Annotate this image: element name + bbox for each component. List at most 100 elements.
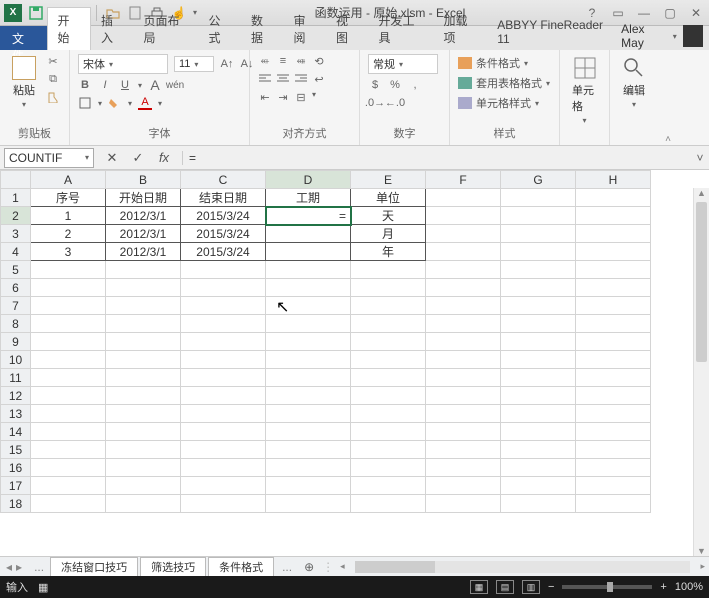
cell[interactable] [351,333,426,351]
cell[interactable] [576,495,651,513]
align-bottom-icon[interactable]: ⬵ [294,54,308,68]
cell[interactable] [576,207,651,225]
macro-record-icon[interactable]: ▦ [38,581,48,594]
cell[interactable] [351,297,426,315]
decrease-decimal-icon[interactable]: ←.0 [388,96,402,110]
cell[interactable] [576,243,651,261]
cell[interactable] [266,387,351,405]
cell[interactable] [576,261,651,279]
sheet-nav-prev-icon[interactable]: ... [28,560,50,574]
format-as-table-button[interactable]: 套用表格格式▾ [458,74,550,92]
horizontal-scrollbar[interactable] [355,561,691,573]
tab-abbyy[interactable]: ABBYY FineReader 11 [487,14,621,50]
cell[interactable] [266,297,351,315]
conditional-format-button[interactable]: 条件格式▾ [458,54,528,72]
cell[interactable] [426,387,501,405]
cell[interactable] [181,333,266,351]
cell[interactable] [501,387,576,405]
cell[interactable] [501,225,576,243]
row-header[interactable]: 7 [1,297,31,315]
cell[interactable] [426,261,501,279]
cell[interactable] [576,333,651,351]
cell[interactable] [181,279,266,297]
maximize-icon[interactable]: ▢ [661,4,679,22]
row-header[interactable]: 4 [1,243,31,261]
cell[interactable] [31,333,106,351]
tab-data[interactable]: 数据 [241,8,284,50]
italic-button[interactable]: I [98,78,112,92]
cell[interactable] [266,459,351,477]
row-header[interactable]: 17 [1,477,31,495]
cell[interactable]: 2015/3/24 [181,243,266,261]
cell[interactable] [351,315,426,333]
cell[interactable] [266,243,351,261]
minimize-icon[interactable]: — [635,4,653,22]
cell[interactable] [181,405,266,423]
cell[interactable] [181,297,266,315]
sheet-nav-last-icon[interactable]: ▸ [16,560,22,574]
cell[interactable] [31,387,106,405]
copy-icon[interactable]: ⧉ [46,72,60,86]
cell[interactable] [106,477,181,495]
cell[interactable] [106,441,181,459]
cell[interactable] [426,405,501,423]
horizontal-scroll-thumb[interactable] [355,561,435,573]
cell[interactable] [266,261,351,279]
underline-button[interactable]: U [118,78,132,92]
cell[interactable]: 工期 [266,189,351,207]
cell[interactable] [501,243,576,261]
align-middle-icon[interactable]: ≡ [276,54,290,68]
fill-color-icon[interactable] [108,96,122,110]
tab-home[interactable]: 开始 [47,7,92,50]
row-header[interactable]: 6 [1,279,31,297]
sheet-tab[interactable]: 条件格式 [208,557,274,576]
align-right-icon[interactable] [294,72,308,86]
row-header[interactable]: 18 [1,495,31,513]
cell[interactable] [576,423,651,441]
cell[interactable] [351,477,426,495]
phonetic-icon[interactable]: wén [168,78,182,92]
tab-developer[interactable]: 开发工具 [368,8,433,50]
number-format-select[interactable]: 常规▾ [368,54,438,74]
cell[interactable] [426,225,501,243]
bold-button[interactable]: B [78,78,92,92]
cell[interactable] [501,207,576,225]
cell[interactable] [181,351,266,369]
enter-formula-icon[interactable]: ✓ [128,149,148,167]
cell[interactable] [426,351,501,369]
cell[interactable] [351,441,426,459]
cell[interactable]: 2012/3/1 [106,243,181,261]
cell[interactable] [181,387,266,405]
expand-formula-bar-icon[interactable]: ˅ [691,151,709,165]
cell[interactable] [501,459,576,477]
cell[interactable] [426,369,501,387]
col-header-h[interactable]: H [576,171,651,189]
cell[interactable] [501,189,576,207]
cell[interactable] [106,495,181,513]
decrease-indent-icon[interactable]: ⇤ [258,90,272,104]
align-center-icon[interactable] [276,72,290,86]
cell[interactable] [351,423,426,441]
cell[interactable] [106,459,181,477]
cell[interactable] [106,261,181,279]
cell[interactable] [501,495,576,513]
cell[interactable] [106,297,181,315]
row-header[interactable]: 9 [1,333,31,351]
row-header[interactable]: 3 [1,225,31,243]
cell[interactable] [351,261,426,279]
tab-pagelayout[interactable]: 页面布局 [134,8,199,50]
cell[interactable] [266,495,351,513]
cell[interactable] [31,297,106,315]
cell[interactable] [266,477,351,495]
align-left-icon[interactable] [258,72,272,86]
editing-button[interactable]: 编辑 ▾ [618,54,650,111]
row-header[interactable]: 11 [1,369,31,387]
orientation-icon[interactable]: ⟲ [312,54,326,68]
format-painter-icon[interactable] [46,90,60,104]
cell[interactable] [31,351,106,369]
cell[interactable] [426,495,501,513]
cell[interactable] [426,279,501,297]
cell[interactable] [501,315,576,333]
cell[interactable] [501,423,576,441]
hscroll-left-icon[interactable]: ◂ [336,561,349,572]
